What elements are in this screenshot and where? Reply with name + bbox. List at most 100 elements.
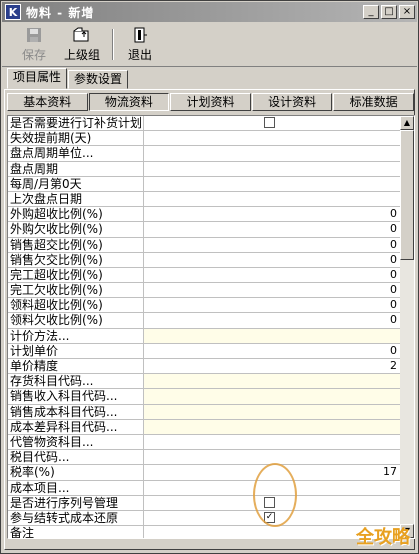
property-name: 代管物资科目... xyxy=(8,434,144,450)
tab-design-info[interactable]: 设计资料 xyxy=(251,93,333,111)
property-row[interactable]: 是否进行序列号管理 xyxy=(8,495,401,511)
property-value[interactable]: 0 xyxy=(144,298,401,312)
property-row[interactable]: 代管物资科目... xyxy=(8,434,401,451)
property-row[interactable]: 销售超交比例(%) 0 xyxy=(8,237,401,253)
property-name: 完工超收比例(%) xyxy=(8,267,144,283)
property-value[interactable]: 0 xyxy=(144,253,401,267)
property-row[interactable]: 成本差异科目代码... xyxy=(8,419,401,435)
property-value[interactable] xyxy=(144,389,401,404)
property-value[interactable] xyxy=(144,131,401,145)
property-row[interactable]: 销售收入科目代码... xyxy=(8,389,401,405)
parent-group-label: 上级组 xyxy=(63,48,100,62)
property-name: 成本差异科目代码... xyxy=(8,419,144,434)
property-row[interactable]: 盘点周期单位... xyxy=(8,146,401,162)
highlight-circle xyxy=(253,463,297,527)
property-value[interactable] xyxy=(144,146,401,160)
property-row[interactable]: 单价精度 2 xyxy=(8,359,401,375)
property-row[interactable]: 外购超收比例(%) 0 xyxy=(8,207,401,223)
property-value[interactable]: 2 xyxy=(144,359,401,373)
property-name: 销售成本科目代码... xyxy=(8,404,144,419)
property-row[interactable]: 销售欠交比例(%) 0 xyxy=(8,252,401,268)
tab-standard-data[interactable]: 标准数据 xyxy=(333,93,414,111)
property-name: 销售收入科目代码... xyxy=(8,389,144,404)
property-rows: 是否需要进行订补货计划 失效提前期(天) 盘点周期单位... 盘点周期 每周/月第0天上… xyxy=(8,116,401,538)
title-bar: K 物料 - 新增 _ □ × xyxy=(2,2,417,22)
property-row[interactable]: 领料超收比例(%) 0 xyxy=(8,298,401,314)
property-name: 备注 xyxy=(8,526,144,538)
checkbox[interactable] xyxy=(264,117,275,128)
property-value[interactable]: 0 xyxy=(144,313,401,327)
property-name: 计价方法... xyxy=(8,328,144,343)
property-name: 完工欠收比例(%) xyxy=(8,283,144,298)
property-value[interactable] xyxy=(144,192,401,206)
toolbar-separator xyxy=(112,29,114,60)
vertical-scrollbar[interactable]: ▲ ▼ xyxy=(400,116,414,538)
tab-basic-info[interactable]: 基本资料 xyxy=(7,93,88,111)
property-row[interactable]: 税目代码... xyxy=(8,450,401,466)
door-exit-icon xyxy=(131,26,149,44)
property-row[interactable]: 完工超收比例(%) 0 xyxy=(8,267,401,284)
property-value[interactable] xyxy=(144,177,401,191)
property-row[interactable]: 完工欠收比例(%) 0 xyxy=(8,283,401,299)
property-value[interactable]: 0 xyxy=(144,283,401,297)
property-value[interactable] xyxy=(144,404,401,419)
tab-item-properties[interactable]: 项目属性 xyxy=(7,68,68,89)
property-name: 失效提前期(天) xyxy=(8,131,144,146)
property-row[interactable]: 盘点周期 xyxy=(8,161,401,177)
minimize-button[interactable]: _ xyxy=(363,5,379,19)
tab-logistics-info[interactable]: 物流资料 xyxy=(88,93,170,111)
property-row[interactable]: 领料欠收比例(%) 0 xyxy=(8,313,401,329)
property-name: 成本项目... xyxy=(8,480,144,495)
scroll-thumb[interactable] xyxy=(400,130,414,260)
property-value[interactable] xyxy=(144,435,401,449)
property-row[interactable]: 上次盘点日期 xyxy=(8,191,401,208)
property-name: 存货科目代码... xyxy=(8,374,144,389)
property-value[interactable]: 0 xyxy=(144,344,401,358)
property-row[interactable]: 备注 xyxy=(8,526,401,538)
property-name: 税目代码... xyxy=(8,450,144,465)
floppy-icon xyxy=(25,26,43,44)
scroll-up-button[interactable]: ▲ xyxy=(400,116,414,130)
property-row[interactable]: 税率(%) 17 xyxy=(8,465,401,481)
property-name: 税率(%) xyxy=(8,465,144,480)
property-name: 上次盘点日期 xyxy=(8,191,144,207)
property-value[interactable]: 0 xyxy=(144,268,401,282)
property-value[interactable]: 0 xyxy=(144,207,401,221)
property-row[interactable]: 存货科目代码... xyxy=(8,374,401,390)
property-row[interactable]: 每周/月第0天 xyxy=(8,176,401,192)
property-value[interactable] xyxy=(144,116,401,130)
property-grid[interactable]: 是否需要进行订补货计划 失效提前期(天) 盘点周期单位... 盘点周期 每周/月第0天上… xyxy=(7,115,415,539)
save-button[interactable]: 保存 xyxy=(12,23,56,66)
outer-tabs: 项目属性 参数设置 xyxy=(7,68,129,89)
property-name: 外购超收比例(%) xyxy=(8,207,144,222)
property-value[interactable]: 0 xyxy=(144,238,401,252)
window-controls: _ □ × xyxy=(363,5,415,19)
property-value[interactable] xyxy=(144,419,401,434)
property-value[interactable] xyxy=(144,374,401,389)
property-row[interactable]: 外购欠收比例(%) 0 xyxy=(8,222,401,238)
parent-group-button[interactable]: 上级组 xyxy=(60,23,104,66)
property-value[interactable] xyxy=(144,328,401,343)
exit-button[interactable]: 退出 xyxy=(118,23,162,66)
property-row[interactable]: 销售成本科目代码... xyxy=(8,404,401,420)
watermark: 全攻略 xyxy=(356,527,410,548)
close-button[interactable]: × xyxy=(399,5,415,19)
maximize-button[interactable]: □ xyxy=(381,5,397,19)
property-row[interactable]: 失效提前期(天) xyxy=(8,131,401,147)
property-row[interactable]: 是否需要进行订补货计划 xyxy=(8,116,401,132)
property-row[interactable]: 计划单价 0 xyxy=(8,343,401,359)
tab-parameter-settings[interactable]: 参数设置 xyxy=(68,70,129,89)
property-name: 参与结转式成本还原 xyxy=(8,510,144,526)
material-window: K 物料 - 新增 _ □ × 保存 上级组 退出 项目属性 参数设置 基本资料… xyxy=(0,0,419,554)
property-value[interactable]: 0 xyxy=(144,222,401,236)
property-name: 外购欠收比例(%) xyxy=(8,222,144,237)
property-row[interactable]: 参与结转式成本还原 ✓ xyxy=(8,510,401,527)
tab-planning-info[interactable]: 计划资料 xyxy=(170,93,251,111)
property-row[interactable]: 计价方法... xyxy=(8,328,401,344)
property-name: 每周/月第0天 xyxy=(8,176,144,191)
property-name: 是否进行序列号管理 xyxy=(8,495,144,510)
property-name: 单价精度 xyxy=(8,359,144,374)
folder-up-icon xyxy=(73,26,91,44)
property-value[interactable] xyxy=(144,162,401,176)
property-row[interactable]: 成本项目... xyxy=(8,480,401,496)
